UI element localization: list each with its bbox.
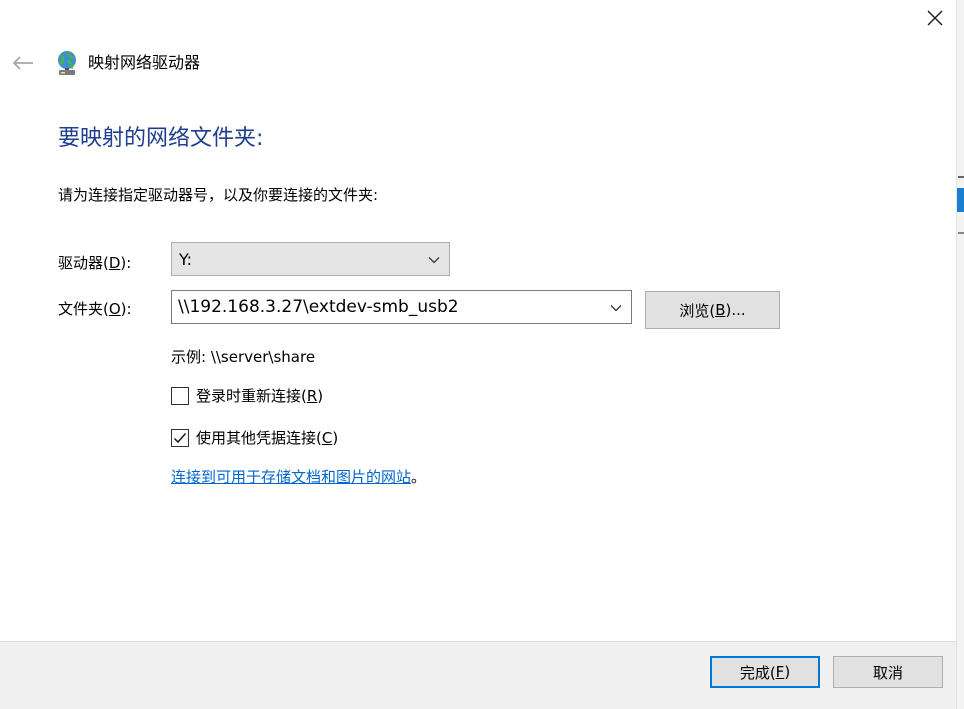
folder-path-value[interactable]: \\192.168.3.27\extdev-smb_usb2 (178, 297, 459, 317)
close-button[interactable] (914, 0, 956, 36)
reconnect-checkbox[interactable] (171, 387, 189, 405)
drive-letter-value: Y: (179, 249, 193, 269)
map-network-drive-dialog: 映射网络驱动器 要映射的网络文件夹: 请为连接指定驱动器号，以及你要连接的文件夹… (0, 0, 964, 709)
instruction-text: 请为连接指定驱动器号，以及你要连接的文件夹: (58, 186, 379, 204)
storage-site-link-row: 连接到可用于存储文档和图片的网站。 (171, 466, 426, 488)
close-icon (927, 10, 943, 26)
browse-button[interactable]: 浏览(B)... (645, 291, 780, 329)
drive-letter-select[interactable]: Y: (171, 242, 450, 276)
background-window-edge (956, 0, 964, 709)
page-heading: 要映射的网络文件夹: (58, 126, 264, 151)
background-window-mark (958, 176, 964, 178)
back-button[interactable] (8, 50, 38, 76)
wizard-title: 映射网络驱动器 (88, 53, 201, 72)
chevron-down-icon[interactable] (609, 301, 623, 315)
credentials-checkbox[interactable] (171, 429, 189, 447)
cancel-button[interactable]: 取消 (833, 656, 943, 688)
background-window-mark (958, 232, 964, 234)
folder-path-combobox[interactable]: \\192.168.3.27\extdev-smb_usb2 (171, 290, 632, 324)
network-drive-icon (54, 49, 82, 77)
folder-label: 文件夹(O): (58, 300, 132, 318)
reconnect-at-signin-option[interactable]: 登录时重新连接(R) (171, 385, 323, 407)
link-suffix: 。 (411, 468, 427, 486)
credentials-label: 使用其他凭据连接(C) (196, 429, 339, 447)
finish-button[interactable]: 完成(F) (710, 656, 820, 688)
example-path-text: 示例: \\server\share (171, 348, 316, 366)
checkmark-icon (173, 433, 187, 444)
chevron-down-icon (428, 257, 440, 264)
background-window-accent (957, 188, 964, 212)
back-arrow-icon (12, 56, 33, 70)
different-credentials-option[interactable]: 使用其他凭据连接(C) (171, 427, 338, 449)
drive-label: 驱动器(D): (58, 254, 132, 272)
storage-site-link[interactable]: 连接到可用于存储文档和图片的网站 (171, 468, 411, 486)
reconnect-label: 登录时重新连接(R) (196, 387, 324, 405)
